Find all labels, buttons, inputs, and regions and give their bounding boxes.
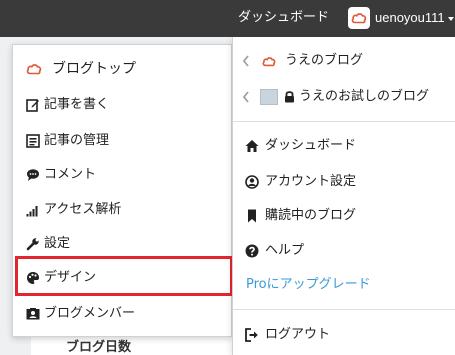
menu-item-access-analytics[interactable]: アクセス解析 bbox=[13, 193, 231, 227]
pro-upgrade-label: Proにアップグレード bbox=[246, 277, 371, 292]
question-icon bbox=[245, 244, 259, 258]
design-highlight-box bbox=[15, 256, 233, 296]
top-bar: ダッシュボード uenoyou111 bbox=[0, 0, 455, 37]
user-avatar[interactable] bbox=[348, 7, 370, 29]
chevron-left-icon bbox=[242, 91, 249, 103]
menu-item-account-settings[interactable]: アカウント設定 bbox=[233, 166, 455, 198]
menu-divider bbox=[233, 121, 455, 122]
menu-item-label: アクセス解析 bbox=[44, 202, 122, 217]
member-card-icon bbox=[26, 308, 40, 320]
menu-item-comments[interactable]: コメント bbox=[13, 158, 231, 192]
user-circle-icon bbox=[245, 175, 259, 189]
menu-item-manage-articles[interactable]: 記事の管理 bbox=[13, 124, 231, 158]
blog-switch-trial-blog[interactable]: うえのお試しのブログ bbox=[233, 81, 455, 113]
blog-days-label: ブログ日数 bbox=[66, 340, 132, 355]
menu-item-label: ヘルプ bbox=[265, 243, 305, 258]
menu-item-label: 設定 bbox=[44, 236, 71, 251]
menu-item-help[interactable]: ヘルプ bbox=[233, 235, 455, 267]
menu-item-label: ログアウト bbox=[265, 327, 331, 342]
chevron-left-icon bbox=[242, 55, 249, 67]
blog-name: うえのお試しのブログ bbox=[299, 89, 430, 104]
chevron-down-icon[interactable] bbox=[448, 17, 454, 21]
menu-item-label: 記事を書く bbox=[44, 97, 110, 112]
blog-switch-uenoblog[interactable]: うえのブログ bbox=[233, 45, 455, 77]
menu-item-label: 記事の管理 bbox=[44, 133, 110, 148]
blog-thumbnail bbox=[260, 89, 278, 105]
username[interactable]: uenoyou111 bbox=[375, 9, 445, 27]
blog-logo-icon bbox=[26, 64, 42, 75]
dashboard-link[interactable]: ダッシュボード bbox=[238, 9, 329, 27]
wrench-icon bbox=[26, 238, 39, 251]
lock-icon bbox=[285, 91, 294, 103]
menu-item-blog-top[interactable]: ブログトップ bbox=[13, 52, 231, 86]
menu-item-label: ダッシュボード bbox=[265, 138, 357, 153]
article-list-icon bbox=[26, 134, 40, 148]
signal-icon bbox=[26, 206, 38, 217]
blog-logo-icon bbox=[262, 57, 276, 67]
menu-item-label: アカウント設定 bbox=[265, 174, 357, 189]
comment-icon bbox=[27, 169, 39, 181]
home-icon bbox=[245, 140, 259, 152]
menu-item-label: ブログトップ bbox=[52, 61, 136, 77]
menu-item-dashboard[interactable]: ダッシュボード bbox=[233, 130, 455, 162]
logout-icon bbox=[245, 328, 258, 342]
blog-logo-icon bbox=[351, 13, 367, 24]
menu-item-subscribed-blogs[interactable]: 購読中のブログ bbox=[233, 200, 455, 232]
pro-upgrade-link[interactable]: Proにアップグレード bbox=[233, 269, 455, 301]
menu-item-write-article[interactable]: 記事を書く bbox=[13, 88, 231, 122]
blog-name: うえのブログ bbox=[285, 53, 364, 68]
menu-item-label: ブログメンバー bbox=[44, 306, 136, 321]
menu-item-label: コメント bbox=[44, 167, 97, 182]
menu-item-blog-members[interactable]: ブログメンバー bbox=[13, 297, 231, 331]
account-dropdown-menu: うえのブログ うえのお試しのブログ ダッシュボード アカウント設定 購読中のブロ… bbox=[232, 37, 455, 355]
bookmark-icon bbox=[248, 209, 256, 223]
edit-icon bbox=[26, 99, 39, 112]
menu-divider bbox=[233, 309, 455, 310]
menu-item-label: 購読中のブログ bbox=[265, 208, 357, 223]
menu-item-logout[interactable]: ログアウト bbox=[233, 319, 455, 351]
